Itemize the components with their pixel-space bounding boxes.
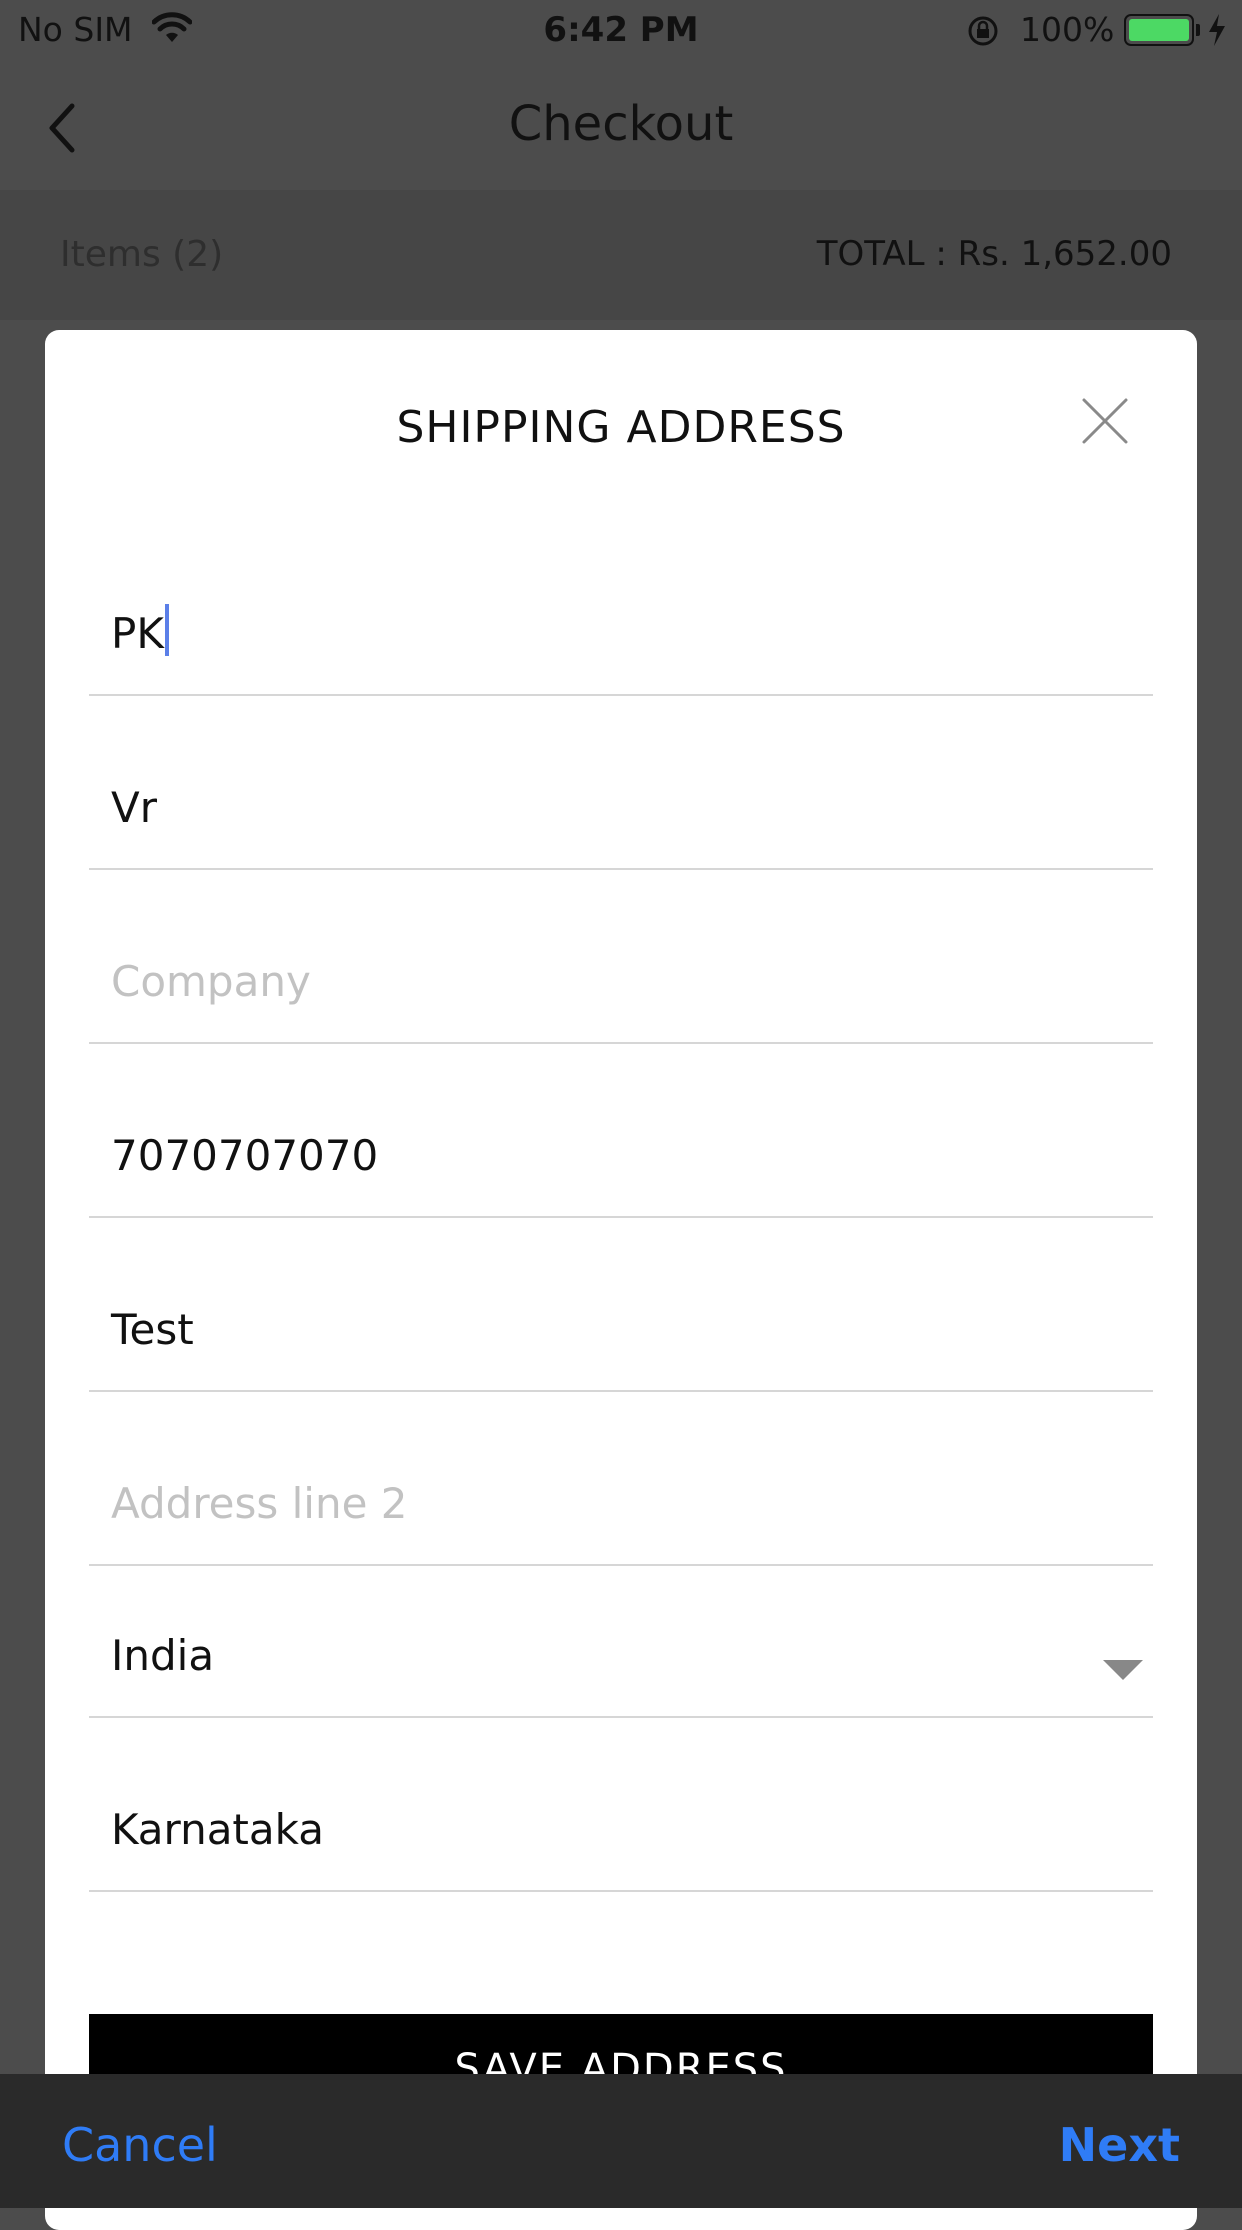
status-bar: No SIM 6:42 PM 100% xyxy=(0,0,1242,62)
navigation-bar: Checkout xyxy=(0,62,1242,190)
shipping-address-modal: SHIPPING ADDRESS PK Vr Company 707070707… xyxy=(45,330,1197,2230)
last-name-field[interactable]: Vr xyxy=(89,696,1153,870)
items-count: Items (2) xyxy=(60,234,224,275)
cancel-button[interactable]: Cancel xyxy=(62,2118,218,2172)
charging-bolt-icon xyxy=(1206,12,1228,52)
country-value: India xyxy=(111,1631,215,1680)
state-value: Karnataka xyxy=(111,1805,324,1854)
first-name-field[interactable]: PK xyxy=(89,522,1153,696)
company-field[interactable]: Company xyxy=(89,870,1153,1044)
dropdown-arrow-icon[interactable] xyxy=(1103,1660,1143,1680)
country-select[interactable]: India xyxy=(89,1556,1153,1718)
text-cursor xyxy=(164,604,169,656)
state-field[interactable]: Karnataka xyxy=(89,1718,1153,1892)
address-line-2-placeholder: Address line 2 xyxy=(111,1479,408,1528)
phone-field[interactable]: 7070707070 xyxy=(89,1044,1153,1218)
close-icon[interactable] xyxy=(1080,396,1130,446)
address-line-2-field[interactable]: Address line 2 xyxy=(89,1392,1153,1566)
company-placeholder: Company xyxy=(111,957,311,1006)
address-line-1-value: Test xyxy=(111,1305,194,1354)
next-button[interactable]: Next xyxy=(1059,2118,1180,2172)
battery-percent: 100% xyxy=(1020,10,1115,49)
battery-nub xyxy=(1196,24,1200,36)
page-title: Checkout xyxy=(508,96,734,152)
modal-title: SHIPPING ADDRESS xyxy=(396,402,846,453)
keyboard-toolbar: Cancel Next xyxy=(0,2074,1242,2208)
order-total: TOTAL : Rs. 1,652.00 xyxy=(816,234,1172,274)
battery-icon xyxy=(1124,14,1194,46)
order-summary: Items (2) TOTAL : Rs. 1,652.00 xyxy=(0,190,1242,320)
phone-value: 7070707070 xyxy=(111,1131,379,1180)
rotation-lock-icon xyxy=(966,14,1000,52)
last-name-value: Vr xyxy=(111,783,157,832)
first-name-value: PK xyxy=(111,604,169,658)
address-line-1-field[interactable]: Test xyxy=(89,1218,1153,1392)
